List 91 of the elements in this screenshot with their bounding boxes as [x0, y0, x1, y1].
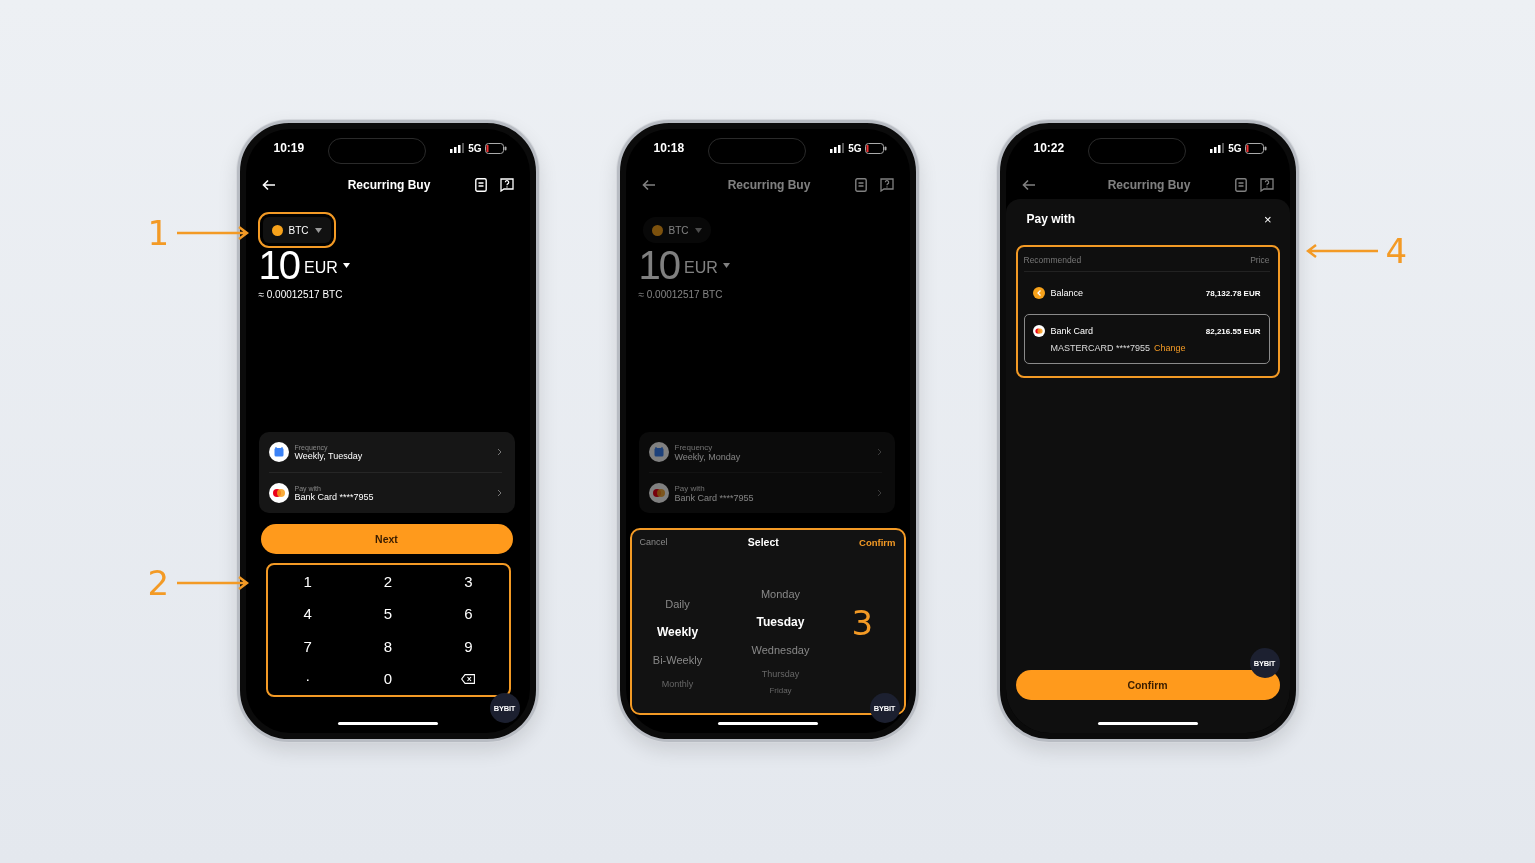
chevron-right-icon: [876, 489, 882, 497]
status-time: 10:18: [653, 141, 685, 155]
screen-title: Recurring Buy: [1107, 178, 1191, 192]
card-brand-icon: [268, 483, 289, 503]
crypto-estimate: ≈ 0.00012517 BTC: [258, 289, 344, 300]
setting-value: Weekly, Tuesday: [294, 450, 364, 461]
step-number: 3: [851, 603, 874, 643]
method-price: 78,132.78 EUR: [1205, 288, 1261, 298]
dropdown-caret-icon: [722, 262, 730, 268]
network-label: 5G: [468, 142, 482, 154]
picker-option[interactable]: Bi-Weekly: [652, 646, 703, 674]
close-button[interactable]: ×: [1263, 211, 1272, 227]
step-number: 4: [1385, 231, 1408, 271]
arrow-right-icon: [177, 576, 250, 590]
status-time: 10:19: [273, 141, 305, 155]
currency-selector[interactable]: EUR: [304, 259, 338, 277]
dropdown-caret-icon: [342, 262, 350, 268]
battery-icon: [1245, 142, 1268, 154]
setting-label: Frequency: [674, 442, 714, 452]
dropdown-caret-icon: [694, 227, 702, 233]
picker-option[interactable]: Tuesday: [756, 608, 805, 636]
amount-value: 10: [258, 242, 299, 288]
setting-value: Bank Card ****7955: [674, 492, 755, 503]
battery-icon: [485, 142, 508, 154]
calendar-icon: [648, 442, 669, 462]
keypad-key[interactable]: 9: [428, 630, 509, 663]
signal-icon: [830, 143, 845, 153]
arrow-right-icon: [177, 226, 250, 240]
step-number: 2: [147, 563, 170, 603]
sheet-title: Pay with: [1026, 212, 1076, 226]
dropdown-caret-icon: [314, 227, 322, 233]
next-button[interactable]: Next: [260, 524, 513, 554]
method-name: Bank Card: [1050, 326, 1095, 336]
screen-title: Recurring Buy: [727, 178, 811, 192]
amount-value: 10: [638, 242, 679, 288]
chevron-right-icon: [876, 448, 882, 456]
settings-row[interactable]: Frequency Weekly, Monday: [648, 432, 882, 472]
sheet-title: Select: [747, 536, 779, 548]
column-heading: Price: [1250, 255, 1270, 265]
network-label: 5G: [848, 142, 862, 154]
confirm-link[interactable]: Confirm: [859, 536, 896, 548]
card-number: MASTERCARD ****7955: [1050, 343, 1151, 353]
change-link[interactable]: Change: [1154, 343, 1186, 353]
battery-icon: [865, 142, 888, 154]
asset-selector[interactable]: BTC: [642, 217, 711, 243]
method-name: Balance: [1050, 288, 1085, 298]
keypad-key[interactable]: 0: [347, 662, 429, 695]
keypad-key[interactable]: 6: [428, 597, 509, 630]
keypad-key[interactable]: 7: [267, 630, 348, 663]
screen-title: Recurring Buy: [347, 178, 431, 192]
chevron-right-icon: [496, 489, 502, 497]
setting-value: Weekly, Monday: [674, 451, 742, 462]
help-icon[interactable]: [499, 178, 514, 192]
picker-option[interactable]: Weekly: [656, 618, 699, 646]
keypad-key[interactable]: 3: [428, 565, 509, 598]
setting-label: Pay with: [674, 483, 706, 493]
card-brand-icon: [648, 483, 669, 503]
keypad-key[interactable]: ·: [267, 662, 348, 695]
document-icon[interactable]: [474, 178, 487, 192]
status-time: 10:22: [1033, 141, 1065, 155]
setting-value: Bank Card ****7955: [294, 491, 375, 502]
column-heading: Recommended: [1023, 255, 1082, 265]
payment-option[interactable]: Balance 78,132.78 EUR: [1023, 276, 1270, 310]
cancel-button[interactable]: Cancel: [639, 537, 668, 547]
picker-option[interactable]: Monday: [760, 580, 801, 608]
calendar-icon: [268, 442, 289, 462]
signal-icon: [450, 143, 465, 153]
arrow-left-icon: [1305, 244, 1378, 258]
chevron-right-icon: [496, 448, 502, 456]
method-price: 82,216.55 EUR: [1205, 326, 1261, 336]
coin-icon: [651, 224, 663, 236]
payment-option[interactable]: Bank Card 82,216.55 EUR MASTERCARD ****7955 Change: [1023, 314, 1270, 364]
coin-icon: [271, 224, 283, 236]
card-brand-icon: [1032, 325, 1045, 337]
network-label: 5G: [1228, 142, 1242, 154]
picker-option[interactable]: Daily: [665, 590, 690, 618]
coin-icon: [1032, 287, 1045, 299]
crypto-estimate: ≈ 0.00012517 BTC: [638, 289, 724, 300]
keypad-key[interactable]: 2: [347, 565, 429, 598]
keypad-key[interactable]: 8: [347, 630, 429, 663]
backspace-icon[interactable]: [461, 673, 476, 684]
keypad-key[interactable]: 5: [347, 597, 429, 630]
picker-option[interactable]: Wednesday: [751, 636, 810, 664]
keypad-key[interactable]: 4: [267, 597, 348, 630]
back-arrow-icon[interactable]: [261, 179, 276, 191]
confirm-button[interactable]: Confirm: [1015, 670, 1280, 700]
currency-selector[interactable]: EUR: [684, 259, 718, 277]
signal-icon: [1210, 143, 1225, 153]
step-number: 1: [147, 213, 170, 253]
settings-row[interactable]: Pay with Bank Card ****7955: [648, 473, 882, 513]
keypad-key[interactable]: 1: [267, 565, 348, 598]
